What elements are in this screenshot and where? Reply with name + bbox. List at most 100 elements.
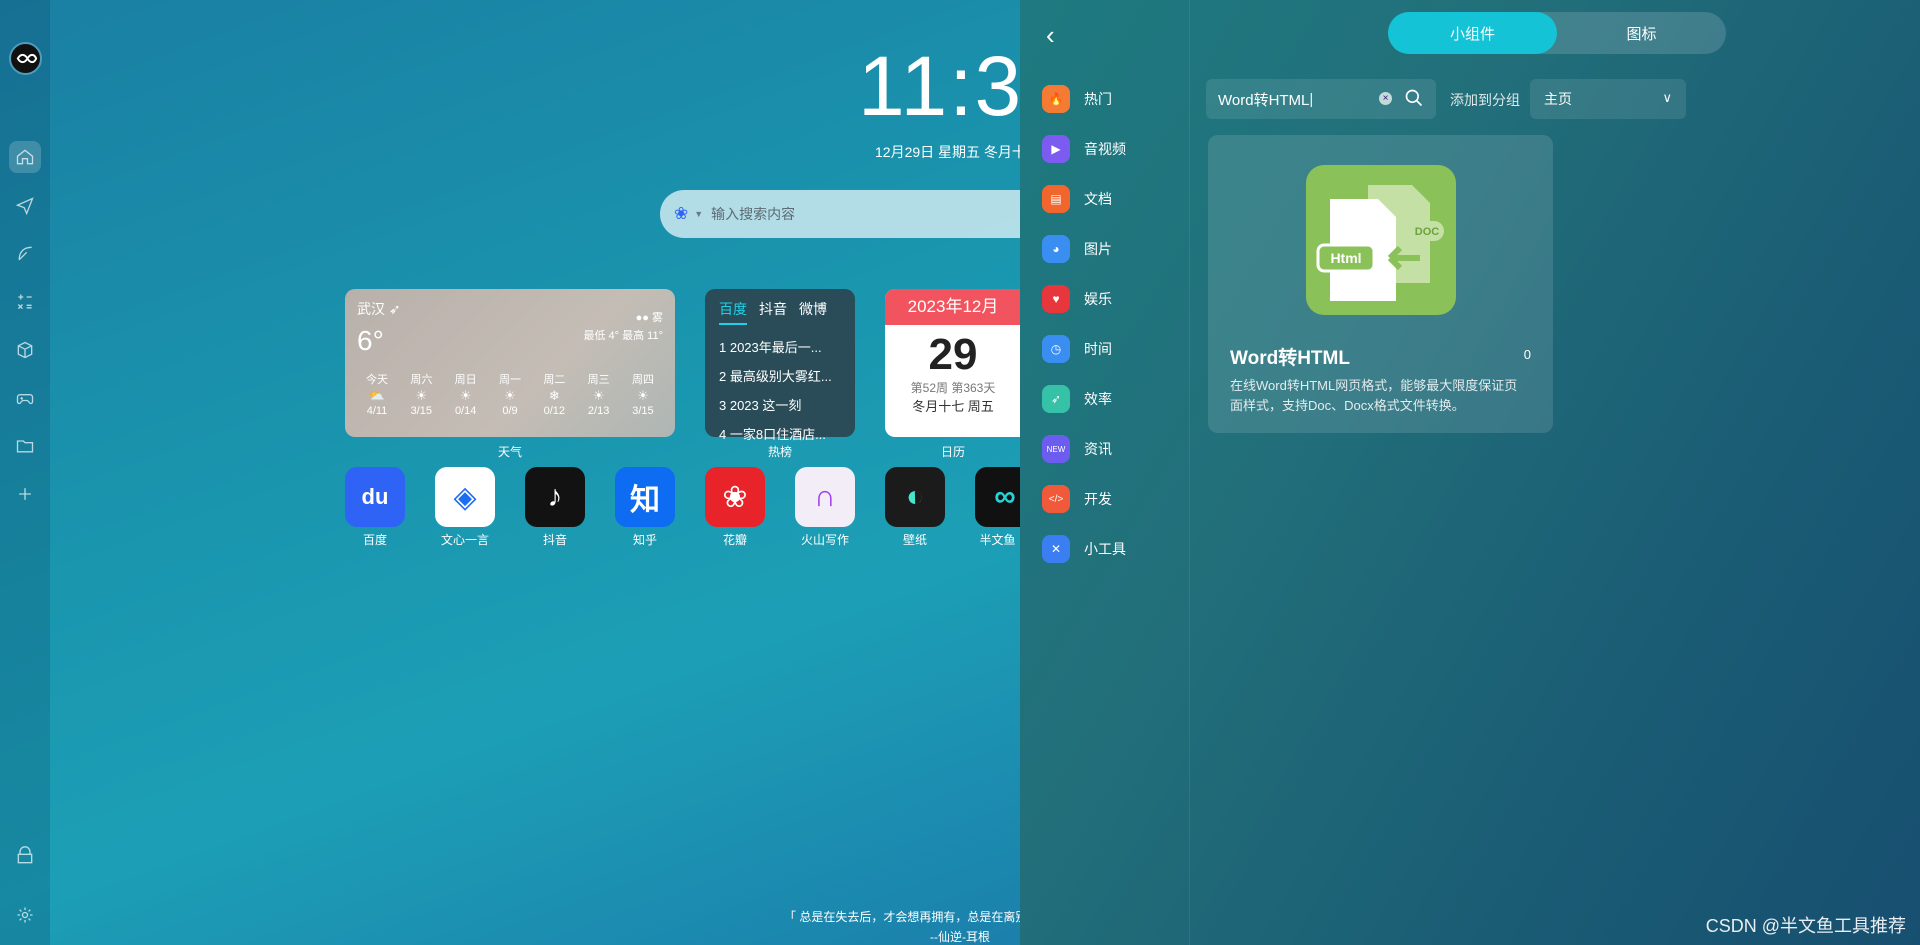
sun-icon: ☀ — [637, 388, 649, 404]
gamepad-icon[interactable] — [9, 382, 41, 414]
category-time[interactable]: ◷ 时间 — [1042, 334, 1112, 364]
tab-weibo[interactable]: 微博 — [799, 299, 827, 325]
feather-icon[interactable] — [9, 238, 41, 270]
category-efficiency[interactable]: ➶ 效率 — [1042, 384, 1112, 414]
app-zhihu[interactable]: 知知乎 — [615, 467, 675, 548]
calendar-month: 2023年12月 — [885, 289, 1021, 325]
sun-icon: ☀ — [504, 388, 516, 404]
icon-html-text: Html — [1330, 250, 1361, 266]
watermark: CSDN @半文鱼工具推荐 — [1705, 916, 1906, 936]
code-icon: </> — [1042, 485, 1070, 513]
hot-item[interactable]: 4 一家8口住酒店... — [719, 424, 841, 443]
search-value[interactable]: Word转HTML — [1218, 89, 1309, 110]
widget-search-input[interactable]: Word转HTML | × — [1206, 79, 1436, 119]
app-baidu[interactable]: du 百度 — [345, 467, 405, 548]
clock-icon: ◷ — [1042, 335, 1070, 363]
hot-item[interactable]: 2 最高级别大雾红... — [719, 366, 841, 385]
douyin-icon: ♪ — [525, 467, 585, 527]
weather-label: 天气 — [497, 445, 522, 459]
lock-icon[interactable] — [9, 840, 41, 872]
calendar-widget[interactable]: 2023年12月 29 第52周 第363天 冬月十七 周五 — [885, 289, 1021, 437]
weather-forecast: 今天 ⛅ 4/11 周六 ☀ 3/15 周日 ☀ 0/14 周一 ☀ 0/9 周二 ❄ 0/12 周… — [357, 373, 663, 419]
group-value: 主页 — [1544, 91, 1572, 107]
back-chevron-icon[interactable]: ‹ — [1046, 20, 1055, 51]
banwenyu-icon: ∞ — [975, 467, 1020, 527]
engine-dropdown-icon[interactable]: ▼ — [694, 209, 703, 219]
image-icon: ◕ — [1042, 235, 1070, 263]
forecast-day: 周三 ☀ 2/13 — [579, 373, 619, 419]
sun-icon: ☀ — [415, 388, 428, 404]
add-icon[interactable] — [9, 478, 41, 510]
weather-condition: ●● 雾 — [635, 312, 663, 324]
forecast-day: 今天 ⛅ 4/11 — [357, 373, 397, 419]
home-icon[interactable] — [9, 141, 41, 173]
zhihu-icon: 知 — [615, 467, 675, 527]
group-select[interactable]: 主页 ∨ — [1530, 79, 1686, 119]
app-huaban[interactable]: ❀ 花瓣 — [705, 467, 765, 548]
wallpaper-icon: ◐ — [885, 467, 945, 527]
hot-list-widget[interactable]: 百度 抖音 微博 1 2023年最后一... 2 最高级别大雾红... 3 20… — [705, 289, 855, 442]
tool-icon: ✕ — [1042, 535, 1070, 563]
hot-item[interactable]: 1 2023年最后一... — [719, 337, 841, 356]
play-icon: ▶ — [1042, 135, 1070, 163]
app-douyin[interactable]: ♪ 抖音 — [525, 467, 585, 548]
clear-icon[interactable]: × — [1379, 92, 1392, 105]
category-av[interactable]: ▶ 音视频 — [1042, 134, 1126, 164]
search-bar[interactable]: ❀ ▼ 输入搜索内容 — [660, 190, 1020, 238]
calendar-lunar: 冬月十七 周五 — [912, 399, 994, 415]
app-huoshan[interactable]: ∩ 火山写作 — [795, 467, 855, 548]
doc-icon: ▤ — [1042, 185, 1070, 213]
huoshan-icon: ∩ — [795, 467, 855, 527]
category-hot[interactable]: 🔥 热门 — [1042, 84, 1112, 114]
app-wenxin[interactable]: ◈ 文心一言 — [435, 467, 495, 548]
baidu-icon: du — [345, 467, 405, 527]
calculator-icon[interactable] — [9, 286, 41, 318]
cube-icon[interactable] — [9, 334, 41, 366]
wenxin-icon: ◈ — [435, 467, 495, 527]
search-icon[interactable] — [1404, 88, 1424, 108]
quote-author: --仙逆-耳根 — [930, 930, 990, 944]
forecast-day: 周六 ☀ 3/15 — [401, 373, 441, 419]
widget-panel: ‹ 🔥 热门 ▶ 音视频 ▤ 文档 ◕ 图片 ♥ 娱乐 ◷ 时间 ➶ 效率 NEW 资讯 </>… — [1020, 0, 1920, 945]
add-to-group-label: 添加到分组 — [1450, 92, 1520, 108]
tab-widgets[interactable]: 小组件 — [1388, 12, 1557, 54]
cloud-sun-icon: ⛅ — [368, 388, 386, 404]
category-image[interactable]: ◕ 图片 — [1042, 234, 1112, 264]
category-tools[interactable]: ✕ 小工具 — [1042, 534, 1126, 564]
widget-result-card[interactable]: DOC Html Word转HTML 0 在线Word转HTML网页格式，能够最… — [1208, 135, 1553, 433]
app-wallpaper[interactable]: ◐ 壁纸 — [885, 467, 945, 548]
app-logo-icon[interactable] — [9, 42, 42, 75]
send-icon[interactable] — [9, 190, 41, 222]
weather-range: 最低 4° 最高 11° — [583, 330, 663, 342]
weather-city: 武汉 ➶ — [357, 301, 401, 317]
fire-icon: 🔥 — [1042, 85, 1070, 113]
icon-doc-text: DOC — [1415, 226, 1440, 238]
left-sidebar — [0, 0, 50, 945]
baidu-paw-icon[interactable]: ❀ — [674, 204, 688, 224]
category-dev[interactable]: </> 开发 — [1042, 484, 1112, 514]
category-fun[interactable]: ♥ 娱乐 — [1042, 284, 1112, 314]
hot-tabs: 百度 抖音 微博 — [719, 299, 841, 325]
settings-gear-icon[interactable] — [9, 899, 41, 931]
chevron-down-icon: ∨ — [1662, 90, 1672, 105]
tab-icons[interactable]: 图标 — [1557, 12, 1726, 54]
hot-item[interactable]: 3 2023 这一刻 — [719, 395, 841, 414]
forecast-day: 周二 ❄ 0/12 — [534, 373, 574, 419]
calendar-week: 第52周 第363天 — [910, 381, 996, 396]
sun-icon: ☀ — [592, 388, 605, 404]
calendar-label: 日历 — [940, 445, 965, 459]
widget-description: 在线Word转HTML网页格式，能够最大限度保证页面样式，支持Doc、Docx格… — [1230, 378, 1518, 413]
snow-icon: ❄ — [548, 388, 560, 404]
tab-douyin[interactable]: 抖音 — [759, 299, 787, 325]
app-banwenyu[interactable]: ∞ 半文鱼 — [975, 467, 1020, 548]
calendar-day: 29 — [928, 330, 978, 379]
folder-icon[interactable] — [9, 430, 41, 462]
category-news[interactable]: NEW 资讯 — [1042, 434, 1112, 464]
search-placeholder[interactable]: 输入搜索内容 — [711, 204, 795, 224]
panel-tabs: 小组件 图标 — [1388, 12, 1726, 54]
sun-icon: ☀ — [459, 388, 472, 404]
tab-baidu[interactable]: 百度 — [719, 299, 747, 325]
quote-text: 「 总是在失去后，才会想再拥有，总是在离别 — [784, 910, 1028, 924]
category-doc[interactable]: ▤ 文档 — [1042, 184, 1112, 214]
weather-widget[interactable]: 武汉 ➶ 6° ●● 雾 最低 4° 最高 11° 今天 ⛅ 4/11 周六 ☀ 3/1… — [345, 289, 675, 437]
